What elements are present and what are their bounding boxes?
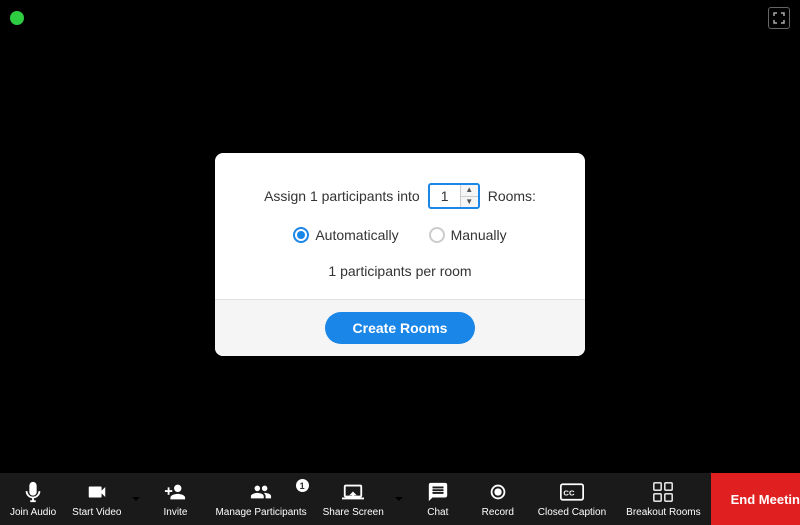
toolbar-item-manage-participants[interactable]: 1 Manage Participants xyxy=(205,473,316,525)
toolbar-item-join-audio[interactable]: Join Audio xyxy=(0,473,66,525)
spinner-arrows: ▲ ▼ xyxy=(460,185,478,207)
manually-option[interactable]: Manually xyxy=(429,227,507,243)
join-audio-label: Join Audio xyxy=(10,507,56,518)
fullscreen-button[interactable] xyxy=(768,7,790,29)
toolbar-item-breakout-rooms[interactable]: Breakout Rooms xyxy=(616,473,710,525)
invite-icon xyxy=(163,480,187,504)
per-room-text: 1 participants per room xyxy=(245,263,555,279)
modal-overlay: Assign 1 participants into ▲ ▼ Rooms: Au… xyxy=(0,36,800,473)
assign-text-after: Rooms: xyxy=(488,188,536,204)
start-video-label: Start Video xyxy=(72,507,121,518)
assign-text-before: Assign 1 participants into xyxy=(264,188,420,204)
automatically-radio[interactable] xyxy=(293,227,309,243)
record-icon xyxy=(486,480,510,504)
assignment-type-row: Automatically Manually xyxy=(245,227,555,243)
chat-label: Chat xyxy=(427,507,448,518)
end-meeting-button[interactable]: End Meeting xyxy=(711,473,800,525)
spinner-up-button[interactable]: ▲ xyxy=(461,185,478,197)
participants-icon xyxy=(249,480,273,504)
toolbar-item-chat[interactable]: Chat xyxy=(408,473,468,525)
share-screen-icon xyxy=(341,480,365,504)
svg-text:CC: CC xyxy=(563,488,575,497)
toolbar-item-closed-caption[interactable]: CC Closed Caption xyxy=(528,473,616,525)
breakout-rooms-label: Breakout Rooms xyxy=(626,507,700,518)
record-label: Record xyxy=(482,507,514,518)
toolbar-item-invite[interactable]: Invite xyxy=(145,473,205,525)
radio-inner xyxy=(297,231,305,239)
status-indicator xyxy=(10,11,24,25)
rooms-number-input[interactable]: ▲ ▼ xyxy=(428,183,480,209)
participants-badge: 1 xyxy=(296,479,309,492)
video-icon xyxy=(85,480,109,504)
create-rooms-button[interactable]: Create Rooms xyxy=(325,312,476,344)
toolbar-item-start-video-group: Start Video xyxy=(66,473,145,525)
toolbar-item-start-video[interactable]: Start Video xyxy=(66,473,127,525)
invite-label: Invite xyxy=(164,507,188,518)
toolbar-item-share-screen[interactable]: Share Screen xyxy=(317,473,390,525)
manage-participants-label: Manage Participants xyxy=(215,507,306,518)
start-video-caret[interactable] xyxy=(127,473,145,525)
rooms-value-input[interactable] xyxy=(430,185,460,207)
top-bar xyxy=(0,0,800,36)
audio-icon xyxy=(21,480,45,504)
cc-icon: CC xyxy=(560,480,584,504)
chat-icon xyxy=(426,480,450,504)
breakout-icon xyxy=(651,480,675,504)
assign-row: Assign 1 participants into ▲ ▼ Rooms: xyxy=(245,183,555,209)
share-screen-caret[interactable] xyxy=(390,473,408,525)
toolbar-item-record[interactable]: Record xyxy=(468,473,528,525)
closed-caption-label: Closed Caption xyxy=(538,507,606,518)
manually-radio[interactable] xyxy=(429,227,445,243)
toolbar-item-share-screen-group: Share Screen xyxy=(317,473,408,525)
automatically-option[interactable]: Automatically xyxy=(293,227,398,243)
toolbar-items: Join Audio Start Video xyxy=(0,473,711,525)
breakout-rooms-modal: Assign 1 participants into ▲ ▼ Rooms: Au… xyxy=(215,153,585,356)
share-screen-label: Share Screen xyxy=(323,507,384,518)
manually-label: Manually xyxy=(451,227,507,243)
automatically-label: Automatically xyxy=(315,227,398,243)
modal-footer: Create Rooms xyxy=(215,299,585,356)
toolbar: Join Audio Start Video xyxy=(0,473,800,525)
spinner-down-button[interactable]: ▼ xyxy=(461,197,478,208)
